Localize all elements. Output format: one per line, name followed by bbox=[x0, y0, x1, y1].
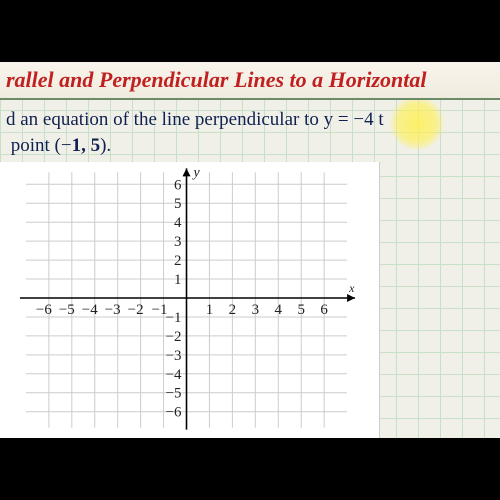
svg-text:−4: −4 bbox=[166, 367, 182, 383]
svg-text:−5: −5 bbox=[166, 386, 182, 402]
svg-text:6: 6 bbox=[320, 302, 328, 318]
svg-text:6: 6 bbox=[174, 177, 182, 193]
svg-text:−6: −6 bbox=[166, 405, 182, 421]
svg-text:5: 5 bbox=[174, 196, 181, 212]
svg-text:2: 2 bbox=[174, 253, 181, 269]
svg-text:4: 4 bbox=[174, 215, 182, 231]
y-tick-labels: 6 5 4 3 2 1 −1 −2 −3 −4 −5 −6 bbox=[166, 177, 182, 420]
svg-text:1: 1 bbox=[174, 272, 181, 288]
svg-text:3: 3 bbox=[174, 234, 181, 250]
prompt-text-2: point ( bbox=[11, 135, 61, 156]
svg-text:−4: −4 bbox=[82, 302, 98, 318]
svg-text:−3: −3 bbox=[105, 302, 121, 318]
svg-text:2: 2 bbox=[229, 302, 236, 318]
problem-prompt: d an equation of the line perpendicular … bbox=[0, 103, 500, 162]
svg-text:−5: −5 bbox=[59, 302, 75, 318]
prompt-value-4: 4 t bbox=[364, 109, 384, 130]
letterbox-top bbox=[0, 0, 500, 62]
prompt-text-1: d an equation of the line perpendicular … bbox=[6, 109, 333, 130]
svg-text:−3: −3 bbox=[166, 348, 182, 364]
svg-text:5: 5 bbox=[297, 302, 304, 318]
x-axis-label: x bbox=[348, 281, 355, 295]
svg-text:−2: −2 bbox=[166, 329, 182, 345]
coordinate-plane: y x −6−5−4−3−2−1 123456 654321 −1−2−3−4−… bbox=[0, 162, 380, 438]
header-bar: rallel and Perpendicular Lines to a Hori… bbox=[0, 62, 500, 100]
svg-text:4: 4 bbox=[275, 302, 283, 318]
x-tick-labels: −6−5−4−3−2−1 123456 bbox=[36, 302, 328, 318]
prompt-point-x: 1 bbox=[72, 135, 82, 156]
coordinate-svg: y x −6−5−4−3−2−1 123456 654321 −1−2−3−4−… bbox=[0, 162, 379, 438]
page-title: rallel and Perpendicular Lines to a Hori… bbox=[6, 67, 426, 93]
svg-text:−1: −1 bbox=[166, 310, 182, 326]
y-axis-label: y bbox=[191, 165, 200, 180]
svg-text:3: 3 bbox=[252, 302, 259, 318]
y-axis-arrow bbox=[183, 168, 191, 176]
letterbox-bottom bbox=[0, 438, 500, 500]
prompt-point-y: , 5 bbox=[81, 135, 100, 156]
svg-text:1: 1 bbox=[206, 302, 213, 318]
svg-text:−6: −6 bbox=[36, 302, 52, 318]
x-axis-arrow bbox=[347, 294, 355, 302]
svg-text:−2: −2 bbox=[128, 302, 144, 318]
prompt-close: ). bbox=[100, 135, 111, 156]
